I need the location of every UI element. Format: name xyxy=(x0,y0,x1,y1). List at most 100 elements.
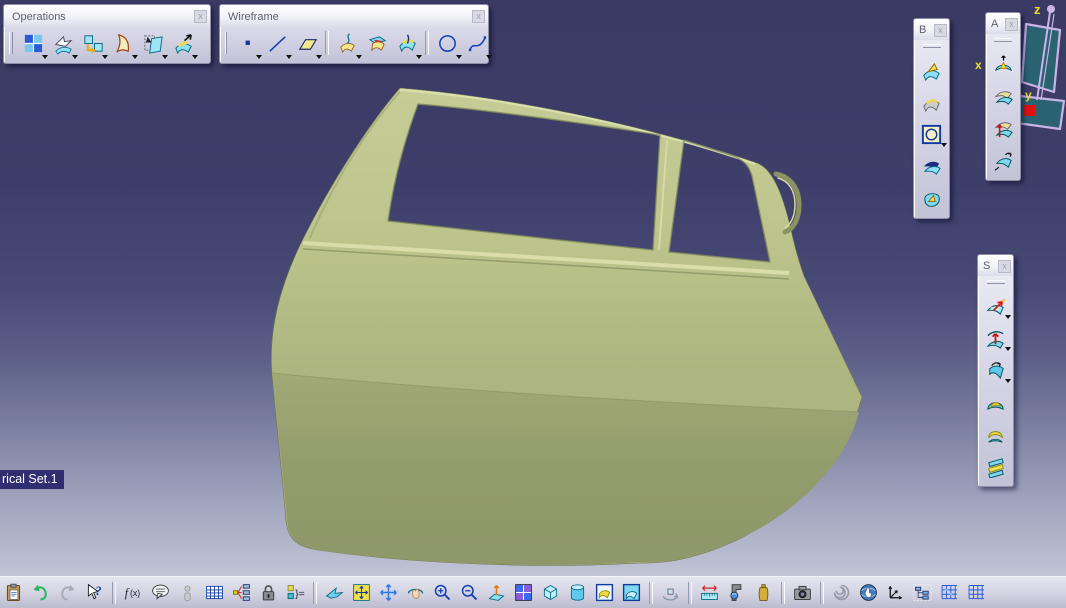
dropdown-arrow-icon[interactable] xyxy=(316,55,322,59)
lock-button[interactable] xyxy=(255,579,282,606)
close-icon[interactable]: x xyxy=(194,10,207,23)
circle-button[interactable] xyxy=(432,29,462,59)
wireframe-toolbar-titlebar[interactable]: Wireframe x xyxy=(220,5,488,27)
b-toolbar-titlebar[interactable]: B x xyxy=(914,19,949,40)
redo-button[interactable] xyxy=(54,579,81,606)
join-button[interactable] xyxy=(18,29,48,59)
dome-arrow-button[interactable] xyxy=(989,49,1017,79)
ruler-measure-button[interactable] xyxy=(696,579,723,606)
join-icon xyxy=(24,34,42,52)
transform-cubes-button[interactable] xyxy=(78,29,108,59)
s-toolbar[interactable]: S x xyxy=(977,254,1014,487)
dropdown-arrow-icon[interactable] xyxy=(940,143,947,147)
door-model[interactable] xyxy=(0,0,1066,577)
sphere-surface-button[interactable] xyxy=(918,119,947,149)
3d-viewport[interactable]: z y x rical Set.1 xyxy=(0,0,1066,577)
whats-this-button[interactable]: ? xyxy=(81,579,108,606)
dropdown-arrow-icon[interactable] xyxy=(1004,315,1011,319)
split-plane-button[interactable] xyxy=(138,29,168,59)
b-toolbar[interactable]: B x xyxy=(913,18,950,219)
toolbar-drag-handle[interactable] xyxy=(9,32,13,54)
spline-button[interactable] xyxy=(462,29,492,59)
undo-button[interactable] xyxy=(27,579,54,606)
plane-button[interactable] xyxy=(292,29,322,59)
toolbar-drag-handle[interactable] xyxy=(986,280,1005,284)
table-button[interactable] xyxy=(201,579,228,606)
paste-button[interactable] xyxy=(0,579,27,606)
bottom-toolbar[interactable]: ? f (x) }= xyxy=(0,576,1066,608)
geometrical-set-label[interactable]: rical Set.1 xyxy=(0,470,64,489)
globe-hand-button[interactable] xyxy=(855,579,882,606)
dropdown-arrow-icon[interactable] xyxy=(486,55,492,59)
line-button[interactable] xyxy=(262,29,292,59)
operations-toolbar[interactable]: Operations x xyxy=(3,4,211,64)
surface-red-arrow-button[interactable] xyxy=(989,113,1017,143)
dome-surface-button[interactable] xyxy=(982,387,1010,417)
set-equal-button[interactable]: }= xyxy=(282,579,309,606)
projection-button[interactable] xyxy=(332,29,362,59)
zoom-out-button[interactable] xyxy=(456,579,483,606)
reflect-line-button[interactable] xyxy=(392,29,422,59)
dropdown-arrow-icon[interactable] xyxy=(192,55,198,59)
mid-red-arrow-button[interactable] xyxy=(982,323,1011,353)
fly-button[interactable] xyxy=(321,579,348,606)
grid-partial-button[interactable] xyxy=(963,579,990,606)
close-icon[interactable]: x xyxy=(934,23,947,37)
s-toolbar-titlebar[interactable]: S x xyxy=(978,255,1013,276)
camera-capture-button[interactable] xyxy=(789,579,816,606)
links-button[interactable] xyxy=(228,579,255,606)
turntable-button[interactable] xyxy=(657,579,684,606)
zoom-in-button[interactable] xyxy=(429,579,456,606)
layered-surface-button[interactable] xyxy=(982,451,1010,481)
quad-view-button[interactable] xyxy=(510,579,537,606)
shade-edges-icon xyxy=(622,583,641,602)
swirl-button[interactable] xyxy=(828,579,855,606)
intersection-button[interactable] xyxy=(362,29,392,57)
trim-button[interactable] xyxy=(48,29,78,59)
offset-stack-button[interactable] xyxy=(989,81,1017,111)
catalog-gray-button[interactable] xyxy=(174,579,201,606)
tree-select-button[interactable] xyxy=(909,579,936,606)
rotate-hand-button[interactable] xyxy=(402,579,429,606)
grid-blue-button[interactable] xyxy=(936,579,963,606)
operations-toolbar-titlebar[interactable]: Operations x xyxy=(4,5,210,27)
close-icon[interactable]: x xyxy=(998,259,1011,273)
point-button[interactable] xyxy=(232,29,262,59)
fill-surface-button[interactable] xyxy=(918,183,946,213)
a-toolbar[interactable]: A x xyxy=(985,12,1021,181)
toolbar-drag-handle[interactable] xyxy=(922,44,941,48)
iso-cube-button[interactable] xyxy=(537,579,564,606)
fit-all-button[interactable] xyxy=(348,579,375,606)
extrapolate-button[interactable] xyxy=(168,29,198,59)
shade-material-button[interactable] xyxy=(591,579,618,606)
crescent-surface-button[interactable] xyxy=(982,419,1010,449)
formula-button[interactable]: f (x) xyxy=(120,579,147,606)
a-toolbar-titlebar[interactable]: A x xyxy=(986,13,1020,34)
compass-z-ball[interactable] xyxy=(1047,5,1055,13)
shape-fillet-button[interactable] xyxy=(108,29,138,59)
toolbar-drag-handle[interactable] xyxy=(225,32,227,54)
flip-surface-button[interactable] xyxy=(982,355,1011,385)
pan-button[interactable] xyxy=(375,579,402,606)
sweep-surface-button[interactable] xyxy=(918,151,946,181)
chat-button[interactable] xyxy=(147,579,174,606)
a-toolbar-title: A xyxy=(991,18,999,30)
dropdown-arrow-icon[interactable] xyxy=(1004,347,1011,351)
normal-view-button[interactable] xyxy=(483,579,510,606)
offset-arrow-button[interactable] xyxy=(982,291,1011,321)
surface-rotate-button[interactable] xyxy=(989,145,1017,175)
close-icon[interactable]: x xyxy=(472,10,485,23)
dropdown-arrow-icon[interactable] xyxy=(1004,379,1011,383)
toolbar-drag-handle[interactable] xyxy=(994,38,1012,42)
caliper-measure-button[interactable] xyxy=(723,579,750,606)
extrude-surface-button[interactable] xyxy=(918,55,946,85)
dropdown-arrow-icon[interactable] xyxy=(416,55,422,59)
revolve-surface-button[interactable] xyxy=(918,87,946,117)
compass-origin-marker[interactable] xyxy=(1024,105,1035,116)
shade-edges-button[interactable] xyxy=(618,579,645,606)
weight-inertia-button[interactable] xyxy=(750,579,777,606)
cylinder-shade-button[interactable] xyxy=(564,579,591,606)
axis-triad-button[interactable] xyxy=(882,579,909,606)
wireframe-toolbar[interactable]: Wireframe x xyxy=(219,4,492,64)
close-icon[interactable]: x xyxy=(1005,17,1018,31)
